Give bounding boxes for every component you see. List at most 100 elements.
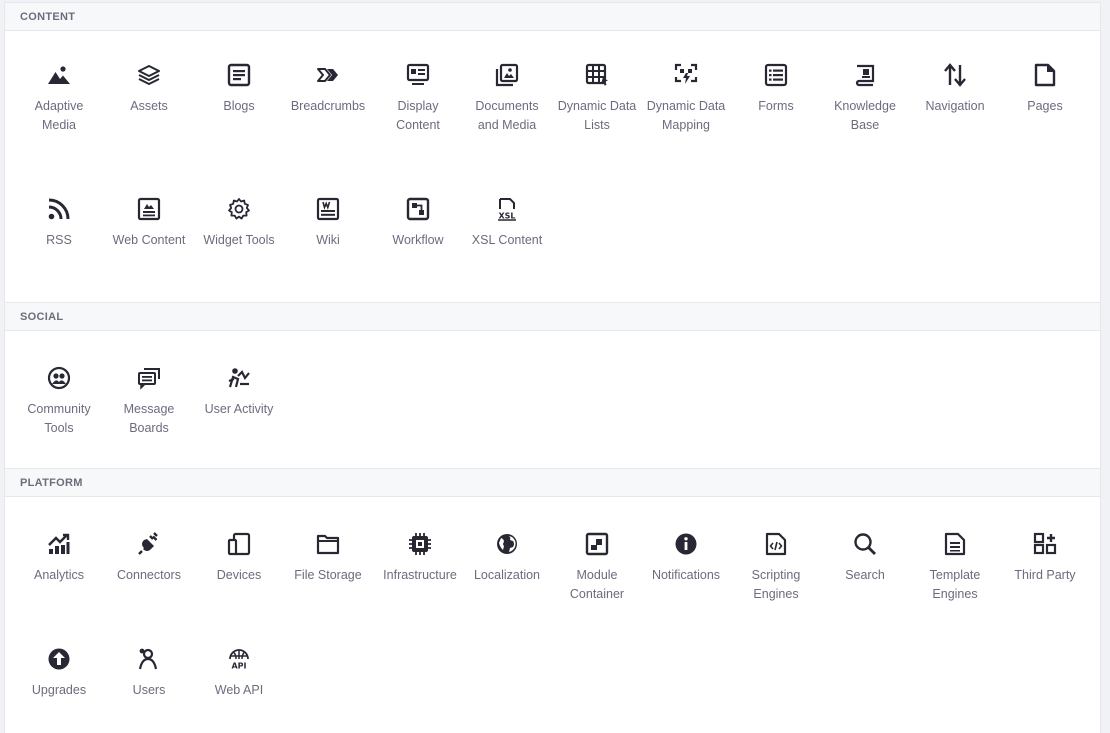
- configuration-categories: CONTENT Adaptive Media Assets Blogs Brea…: [4, 2, 1101, 733]
- connectors-icon: [137, 532, 161, 556]
- tile-label: Navigation: [925, 99, 985, 113]
- tile-breadcrumbs[interactable]: Breadcrumbs: [283, 63, 373, 116]
- infrastructure-icon: [408, 532, 432, 556]
- tile-dynamic-data-mapping[interactable]: Dynamic Data Mapping: [641, 63, 731, 135]
- tile-infrastructure[interactable]: Infrastructure: [375, 532, 465, 585]
- tile-module-container[interactable]: Module Container: [552, 532, 642, 604]
- tile-label: Assets: [130, 99, 168, 113]
- dynamic-data-mapping-icon: [674, 63, 698, 87]
- section-social: SOCIAL Community Tools Message Boards Us…: [4, 302, 1101, 469]
- documents-media-icon: [495, 63, 519, 87]
- tile-label: XSL Content: [471, 233, 543, 247]
- tile-third-party[interactable]: Third Party: [1000, 532, 1090, 585]
- tile-xsl-content[interactable]: XSL XSL Content: [462, 197, 552, 250]
- tile-search[interactable]: Search: [820, 532, 910, 585]
- tile-web-content[interactable]: Web Content: [104, 197, 194, 250]
- tile-pages[interactable]: Pages: [1000, 63, 1090, 116]
- localization-icon: [495, 532, 519, 556]
- tile-localization[interactable]: Localization: [462, 532, 552, 585]
- tile-label: Third Party: [1014, 568, 1076, 582]
- tile-label: Breadcrumbs: [290, 99, 366, 113]
- tile-rss[interactable]: RSS: [14, 197, 104, 250]
- web-api-icon: API: [227, 647, 251, 671]
- section-platform: PLATFORM Analytics Connectors Devices Fi…: [4, 468, 1101, 733]
- blogs-icon: [227, 63, 251, 87]
- tile-label: Display Content: [396, 99, 440, 132]
- message-boards-icon: [137, 366, 161, 390]
- section-header-platform: PLATFORM: [5, 469, 1100, 497]
- tile-label: Documents and Media: [475, 99, 539, 132]
- tile-label: Notifications: [651, 568, 721, 582]
- section-header-content: CONTENT: [5, 3, 1100, 31]
- tile-label: Dynamic Data Lists: [557, 99, 637, 132]
- tile-documents-and-media[interactable]: Documents and Media: [462, 63, 552, 135]
- tile-label: Community Tools: [27, 402, 91, 435]
- tile-label: Blogs: [223, 99, 255, 113]
- tile-label: Forms: [758, 99, 794, 113]
- tile-knowledge-base[interactable]: Knowledge Base: [820, 63, 910, 135]
- tile-label: Adaptive Media: [34, 99, 84, 132]
- third-party-icon: [1033, 532, 1057, 556]
- tile-message-boards[interactable]: Message Boards: [104, 366, 194, 438]
- assets-icon: [137, 63, 161, 87]
- tile-users[interactable]: Users: [104, 647, 194, 700]
- tile-workflow[interactable]: Workflow: [373, 197, 463, 250]
- forms-icon: [764, 63, 788, 87]
- wiki-icon: [316, 197, 340, 221]
- tile-label: Search: [845, 568, 885, 582]
- tile-label: Widget Tools: [203, 233, 275, 247]
- template-engines-icon: [943, 532, 967, 556]
- tile-scripting-engines[interactable]: Scripting Engines: [731, 532, 821, 604]
- section-content: CONTENT Adaptive Media Assets Blogs Brea…: [4, 2, 1101, 303]
- tile-adaptive-media[interactable]: Adaptive Media: [14, 63, 104, 135]
- tile-analytics[interactable]: Analytics: [14, 532, 104, 585]
- user-activity-icon: [227, 366, 251, 390]
- tile-user-activity[interactable]: User Activity: [194, 366, 284, 419]
- tile-notifications[interactable]: Notifications: [641, 532, 731, 585]
- dynamic-data-lists-icon: [585, 63, 609, 87]
- community-tools-icon: [47, 366, 71, 390]
- tile-label: Infrastructure: [383, 568, 457, 582]
- web-content-icon: [137, 197, 161, 221]
- tile-label: File Storage: [294, 568, 362, 582]
- module-container-icon: [585, 532, 609, 556]
- tile-forms[interactable]: Forms: [731, 63, 821, 116]
- display-content-icon: [406, 63, 430, 87]
- users-icon: [137, 647, 161, 671]
- tile-display-content[interactable]: Display Content: [373, 63, 463, 135]
- notifications-icon: [674, 532, 698, 556]
- workflow-icon: [406, 197, 430, 221]
- adaptive-media-icon: [47, 63, 71, 87]
- tile-label: Connectors: [117, 568, 181, 582]
- breadcrumbs-icon: [316, 63, 340, 87]
- tile-label: Upgrades: [31, 683, 87, 697]
- tile-template-engines[interactable]: Template Engines: [910, 532, 1000, 604]
- tile-assets[interactable]: Assets: [104, 63, 194, 116]
- tile-label: Web Content: [112, 233, 186, 247]
- tile-label: Web API: [214, 683, 264, 697]
- upgrades-icon: [47, 647, 71, 671]
- tile-label: Workflow: [392, 233, 444, 247]
- tile-web-api[interactable]: API Web API: [194, 647, 284, 700]
- tile-label: User Activity: [204, 402, 274, 416]
- tile-blogs[interactable]: Blogs: [194, 63, 284, 116]
- tile-file-storage[interactable]: File Storage: [283, 532, 373, 585]
- tile-dynamic-data-lists[interactable]: Dynamic Data Lists: [552, 63, 642, 135]
- tile-navigation[interactable]: Navigation: [910, 63, 1000, 116]
- tile-connectors[interactable]: Connectors: [104, 532, 194, 585]
- rss-icon: [47, 197, 71, 221]
- svg-text:API: API: [231, 662, 246, 671]
- xsl-content-icon: XSL: [495, 197, 519, 221]
- tile-widget-tools[interactable]: Widget Tools: [194, 197, 284, 250]
- tile-community-tools[interactable]: Community Tools: [14, 366, 104, 438]
- section-header-social: SOCIAL: [5, 303, 1100, 331]
- tile-devices[interactable]: Devices: [194, 532, 284, 585]
- tile-label: Dynamic Data Mapping: [646, 99, 726, 132]
- tile-upgrades[interactable]: Upgrades: [14, 647, 104, 700]
- tile-label: Template Engines: [929, 568, 981, 601]
- tile-wiki[interactable]: Wiki: [283, 197, 373, 250]
- tile-label: Wiki: [316, 233, 340, 247]
- navigation-icon: [943, 63, 967, 87]
- file-storage-icon: [316, 532, 340, 556]
- tile-label: RSS: [46, 233, 72, 247]
